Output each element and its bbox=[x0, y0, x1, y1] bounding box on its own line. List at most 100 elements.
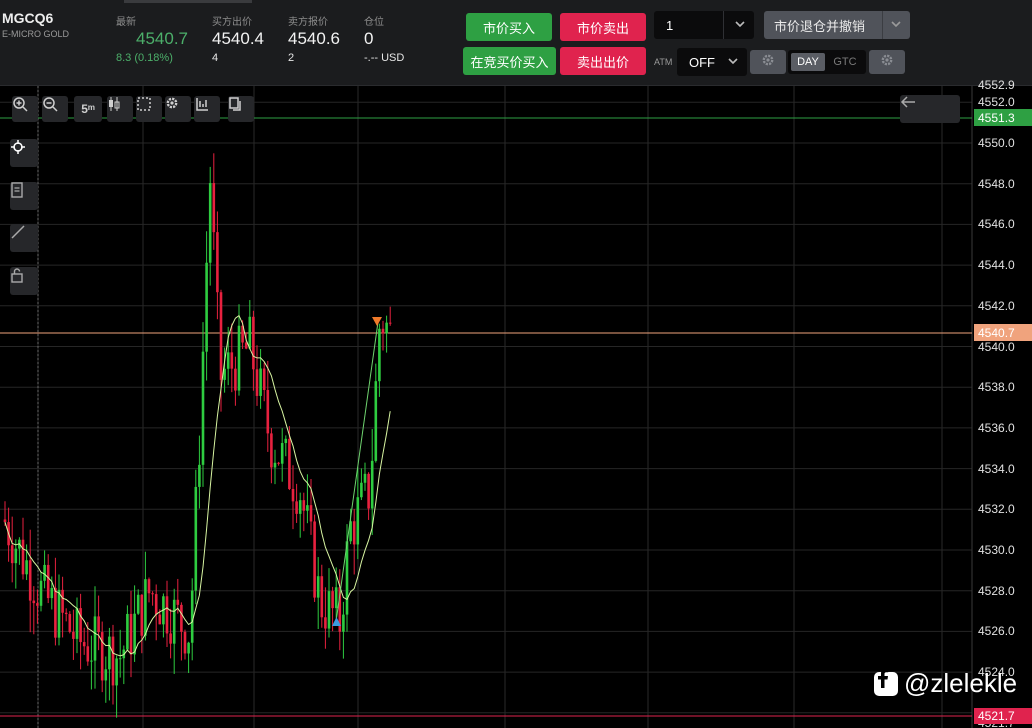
candle-body bbox=[230, 352, 234, 369]
candle-body bbox=[201, 351, 205, 465]
candle-body bbox=[183, 631, 187, 654]
candle-body bbox=[140, 594, 144, 636]
position-value: 0 bbox=[364, 29, 374, 48]
red-line-price-tag: 4521.7 bbox=[974, 708, 1032, 724]
zoom-in-button[interactable] bbox=[12, 96, 38, 122]
select-area-button[interactable] bbox=[136, 96, 162, 122]
buy-market-button[interactable]: 市价买入 bbox=[466, 13, 552, 41]
candle-body bbox=[270, 433, 273, 468]
notes-button[interactable] bbox=[10, 182, 38, 210]
symbol-name[interactable]: MGCQ6 bbox=[2, 10, 53, 26]
candle-body bbox=[144, 579, 147, 636]
candle-body bbox=[180, 604, 183, 632]
atm-label: ATM bbox=[654, 57, 673, 67]
buy-bid-button[interactable]: 在竞买价买入 bbox=[463, 47, 556, 75]
candle-body bbox=[288, 438, 291, 489]
facebook-icon bbox=[874, 669, 898, 696]
line-tool-button[interactable] bbox=[10, 224, 38, 252]
candle-body bbox=[331, 591, 334, 609]
bid-label: 买方出价 bbox=[212, 17, 252, 28]
candle-body bbox=[342, 614, 345, 632]
candle-body bbox=[147, 579, 151, 594]
watermark: @zlelekle bbox=[874, 668, 1017, 699]
candle-body bbox=[198, 464, 201, 487]
tif-gtc-option[interactable]: GTC bbox=[828, 53, 862, 71]
candle-body bbox=[280, 443, 284, 464]
candle-body bbox=[72, 631, 75, 639]
candle-body bbox=[378, 328, 381, 382]
indicators-button[interactable] bbox=[194, 96, 220, 122]
last-price: 4540.7 bbox=[136, 29, 188, 48]
price-axis-tick: 4542.0 bbox=[978, 298, 1015, 313]
candle-body bbox=[136, 594, 140, 614]
price-change: 8.3 (0.18%) bbox=[116, 52, 173, 64]
candle-body bbox=[212, 183, 216, 233]
quantity-select[interactable]: 1 bbox=[654, 11, 754, 39]
candle-body bbox=[32, 600, 36, 604]
candle-body bbox=[50, 587, 54, 599]
tif-settings-button[interactable] bbox=[869, 50, 905, 74]
candle-body bbox=[176, 599, 180, 605]
candle-body bbox=[90, 660, 93, 662]
price-axis-tick: 4540.0 bbox=[978, 339, 1015, 354]
price-chart[interactable]: 5ᵐ 4552.9 4552.0 4550.0 4548.0 4546.0 4544.0 4… bbox=[0, 78, 1032, 728]
candle-body bbox=[370, 460, 374, 509]
candle-body bbox=[374, 381, 378, 461]
candle-body bbox=[309, 505, 313, 522]
candle-body bbox=[302, 500, 306, 511]
candle-body bbox=[259, 368, 262, 396]
candle-body bbox=[82, 642, 86, 647]
price-axis-tick: 4550.0 bbox=[978, 136, 1015, 150]
lock-drawings-button[interactable] bbox=[10, 267, 38, 295]
timeframe-button[interactable]: 5ᵐ bbox=[74, 96, 102, 122]
candle-body bbox=[313, 521, 316, 598]
position-pnl: -.-- USD bbox=[364, 52, 405, 64]
candle-body bbox=[295, 501, 298, 514]
candle-body bbox=[187, 642, 190, 654]
chart-settings-button[interactable] bbox=[165, 96, 191, 122]
candle-body bbox=[205, 262, 208, 352]
candle-body bbox=[252, 316, 255, 370]
candle-body bbox=[356, 497, 360, 545]
candle-body bbox=[190, 590, 194, 643]
candlestick-chart[interactable] bbox=[0, 86, 1032, 728]
candle-body bbox=[154, 594, 158, 615]
candle-body bbox=[277, 462, 280, 464]
quantity-value: 1 bbox=[666, 17, 674, 33]
candle-body bbox=[226, 352, 230, 369]
layout-button[interactable] bbox=[228, 96, 254, 122]
divider bbox=[882, 11, 883, 39]
candle-body bbox=[266, 390, 270, 434]
ask-price: 4540.6 bbox=[288, 29, 340, 48]
candle-body bbox=[248, 316, 252, 349]
candle-body bbox=[316, 576, 320, 598]
crosshair-button[interactable] bbox=[10, 139, 38, 167]
candle-body bbox=[219, 292, 223, 380]
atm-settings-button[interactable] bbox=[750, 50, 786, 74]
price-axis-tick: 4546.0 bbox=[978, 217, 1015, 232]
watermark-text: @zlelekle bbox=[904, 668, 1018, 698]
sell-marker bbox=[372, 317, 382, 326]
chevron-down-icon[interactable] bbox=[890, 18, 902, 30]
scroll-to-latest-button[interactable] bbox=[900, 95, 960, 123]
candle-body bbox=[126, 613, 129, 650]
candle-type-button[interactable] bbox=[107, 96, 133, 122]
candle-body bbox=[324, 617, 327, 629]
time-in-force-toggle[interactable]: DAY GTC bbox=[788, 50, 866, 74]
tif-day-option[interactable]: DAY bbox=[791, 53, 825, 71]
candle-body bbox=[133, 613, 136, 655]
candle-body bbox=[273, 462, 277, 468]
price-axis-tick: 4526.0 bbox=[978, 624, 1015, 639]
flatten-button[interactable]: 市价退仓并撤销 bbox=[764, 11, 910, 39]
candle-body bbox=[54, 587, 57, 638]
zoom-out-button[interactable] bbox=[42, 96, 68, 122]
candle-body bbox=[385, 322, 388, 334]
candle-body bbox=[25, 560, 28, 575]
bid-price: 4540.4 bbox=[212, 29, 264, 48]
atm-select[interactable]: OFF bbox=[677, 48, 747, 76]
position-label: 仓位 bbox=[364, 17, 384, 28]
sell-ask-button[interactable]: 卖出出价 bbox=[560, 47, 646, 75]
sell-market-button[interactable]: 市价卖出 bbox=[560, 13, 646, 41]
price-axis-tick: 4544.0 bbox=[978, 258, 1015, 273]
candle-body bbox=[327, 591, 331, 629]
